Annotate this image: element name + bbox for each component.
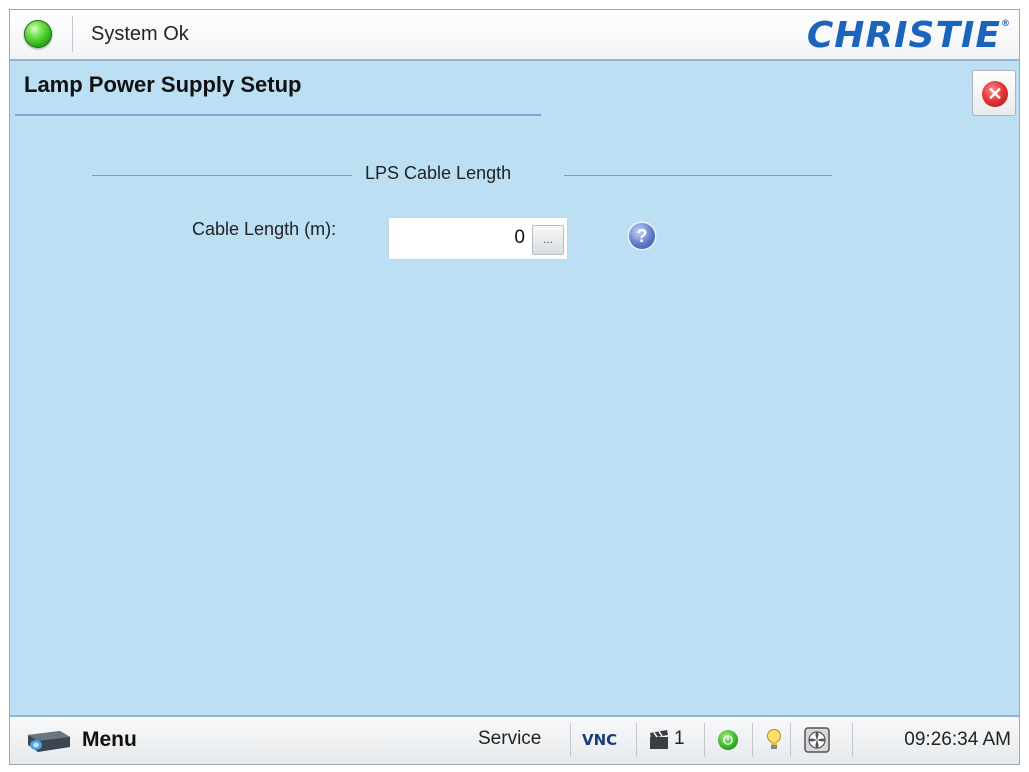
group-rule-left — [92, 175, 352, 176]
top-status-bar: System Ok CHRISTIE® — [10, 10, 1019, 61]
cable-length-value[interactable]: 0 — [514, 227, 525, 249]
clapperboard-icon[interactable] — [648, 729, 670, 751]
keypad-button[interactable]: ... — [532, 225, 564, 255]
title-underline — [15, 114, 541, 116]
help-icon[interactable]: ? — [627, 221, 657, 251]
divider — [72, 16, 73, 52]
divider — [790, 723, 791, 757]
divider — [570, 723, 571, 757]
clock: 09:26:34 AM — [904, 729, 1011, 750]
menu-label: Menu — [82, 728, 137, 751]
brand-text: CHRISTIE — [806, 15, 1001, 56]
page-title: Lamp Power Supply Setup — [24, 72, 302, 97]
system-status-text[interactable]: System Ok — [91, 23, 189, 46]
close-button[interactable]: ✕ — [972, 70, 1016, 116]
registered-mark: ® — [1001, 19, 1011, 29]
group-title: LPS Cable Length — [365, 163, 512, 183]
app-window: System Ok CHRISTIE® Lamp Power Supply Se… — [9, 9, 1020, 765]
bottom-bar: Menu Service VNC 1 ⏻ 09:26:34 AM — [10, 715, 1019, 764]
cable-length-field[interactable]: 0 ... — [388, 217, 568, 260]
status-led-icon[interactable] — [24, 20, 52, 48]
cable-length-label: Cable Length (m): — [192, 219, 337, 239]
group-rule-right — [564, 175, 832, 176]
lightbulb-icon[interactable] — [766, 728, 782, 752]
divider — [636, 723, 637, 757]
divider — [704, 723, 705, 757]
divider — [752, 723, 753, 757]
power-icon[interactable]: ⏻ — [718, 730, 738, 750]
channel-number: 1 — [674, 728, 685, 749]
divider — [852, 723, 853, 757]
menu-button[interactable]: Menu — [20, 721, 160, 759]
access-level[interactable]: Service — [478, 728, 541, 750]
fan-icon[interactable] — [802, 726, 832, 754]
christie-logo: CHRISTIE® — [807, 15, 1011, 56]
projector-icon — [28, 731, 70, 752]
vnc-indicator[interactable]: VNC — [582, 731, 617, 749]
close-icon: ✕ — [982, 81, 1008, 107]
